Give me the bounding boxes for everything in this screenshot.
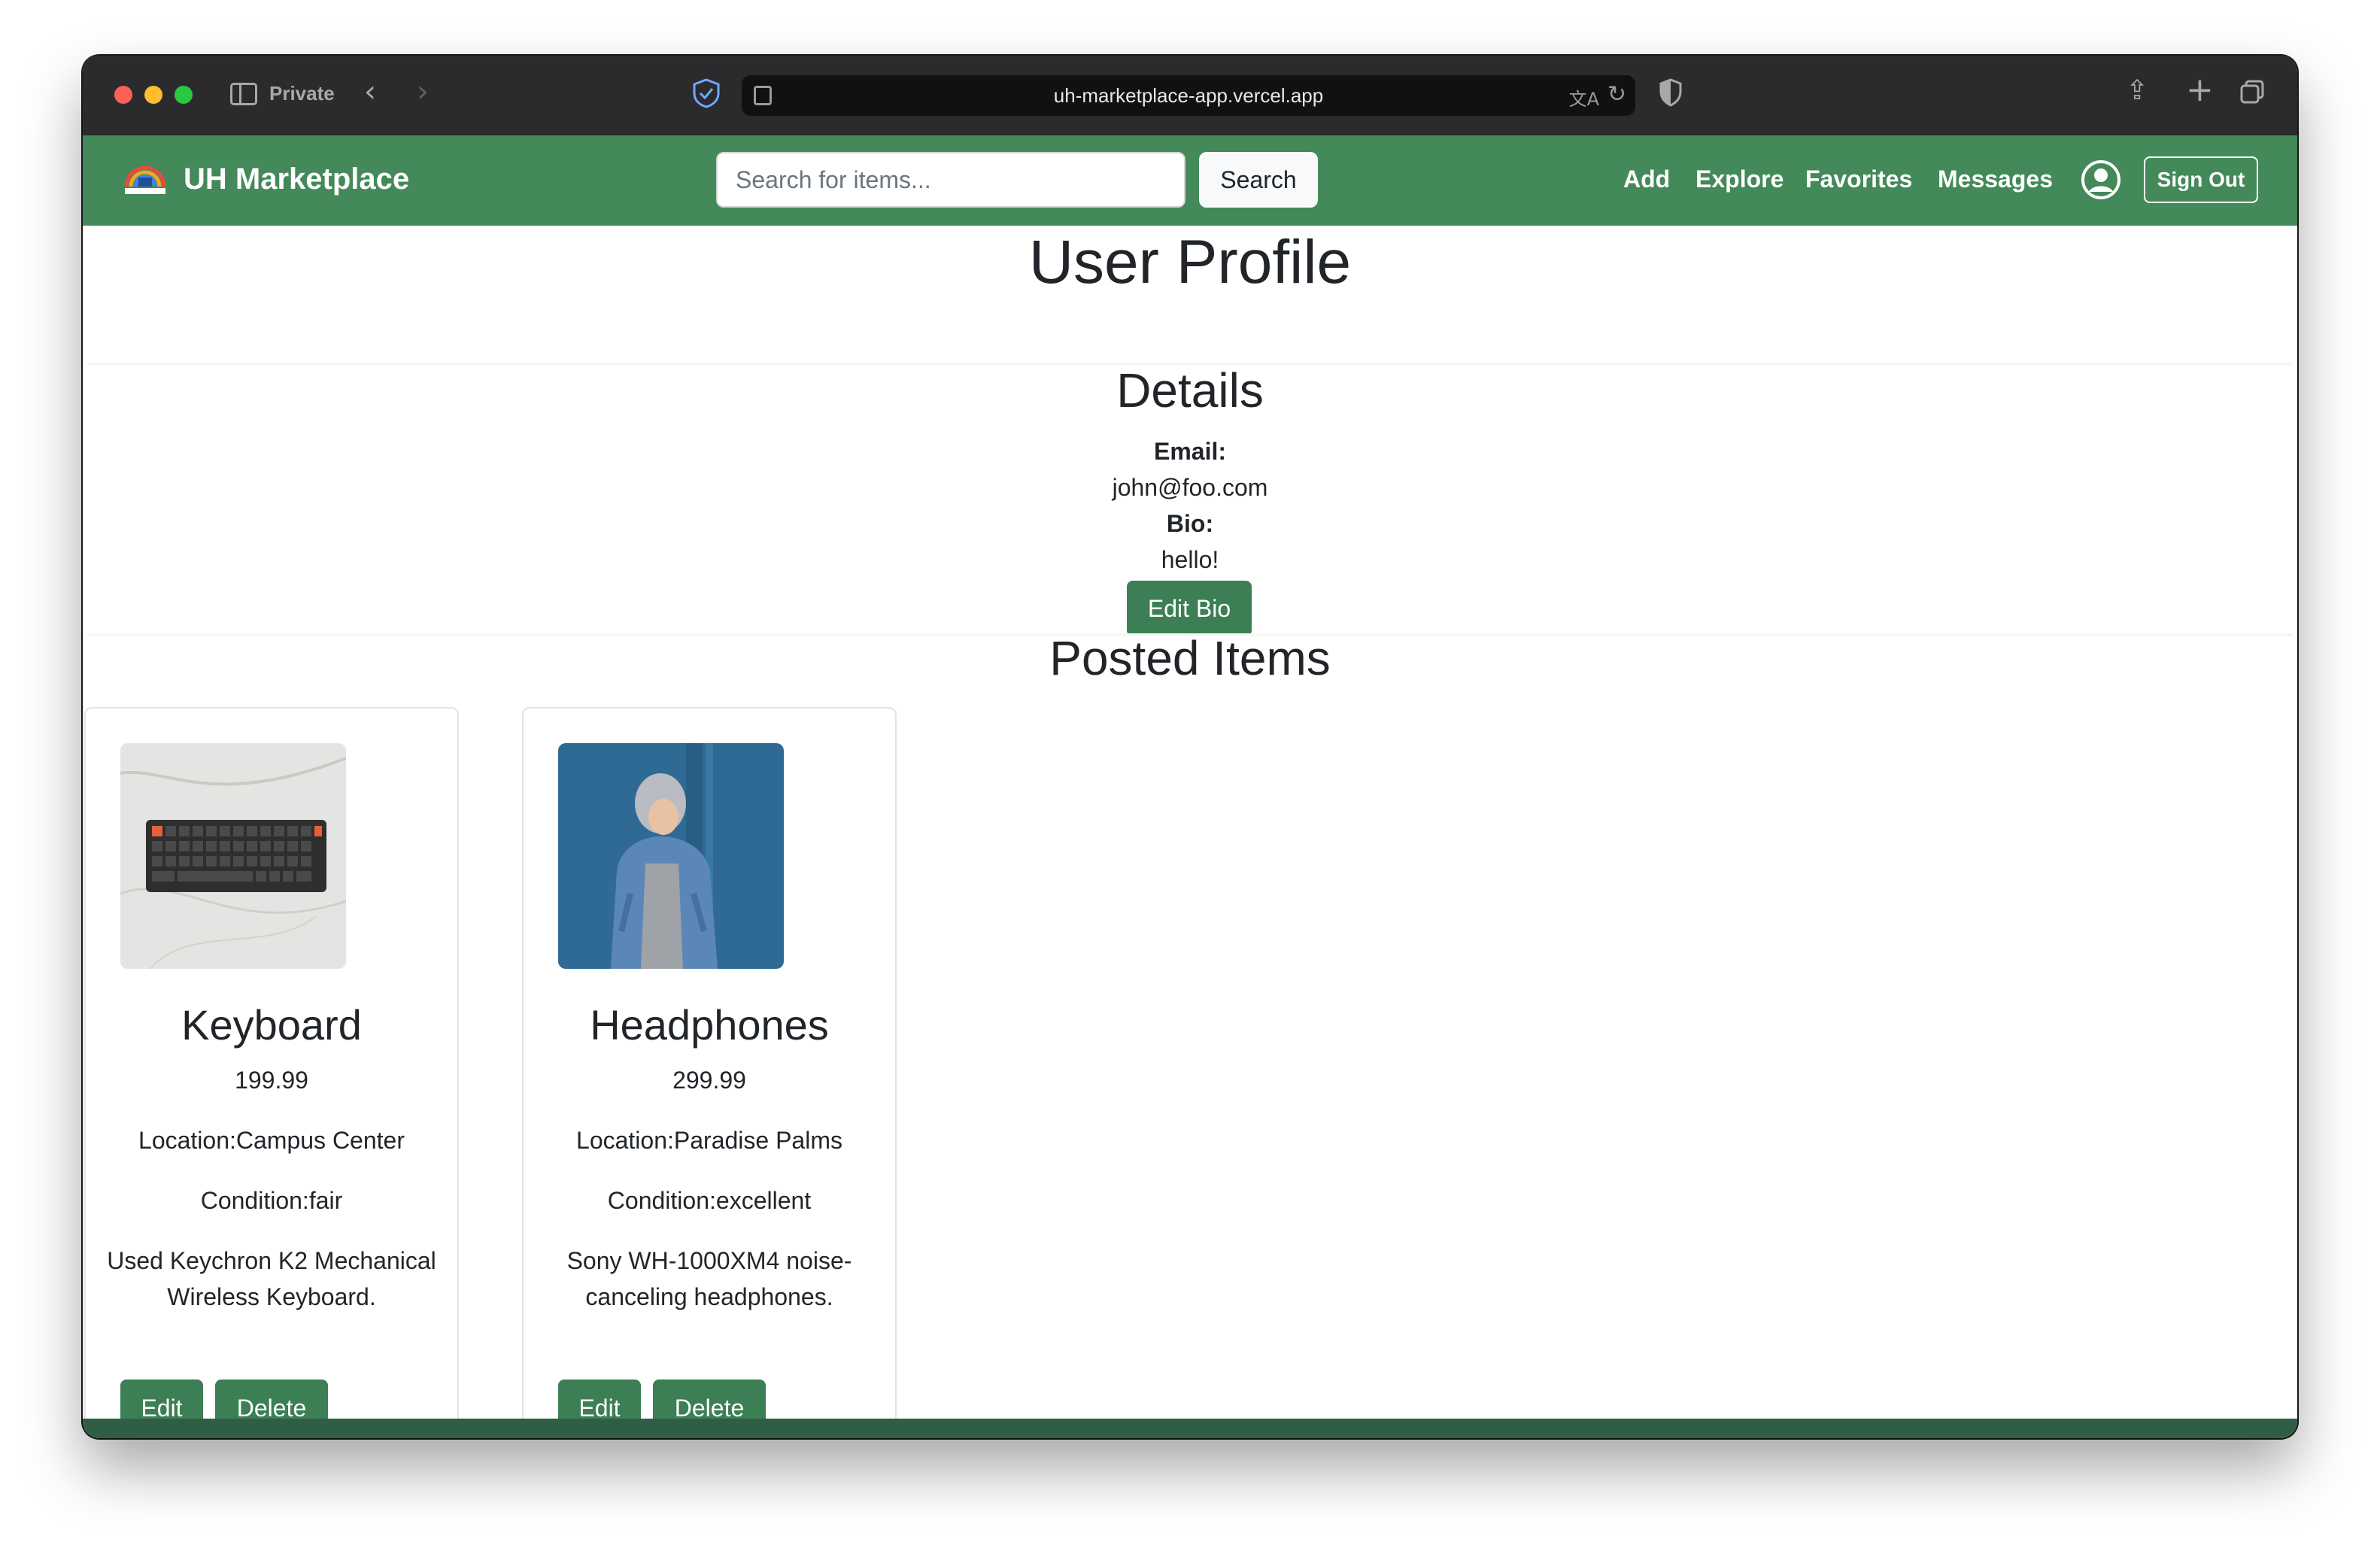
item-card-headphones: Headphones 299.99 Location:Paradise Palm… — [522, 707, 897, 1438]
privacy-shield-icon[interactable] — [692, 78, 721, 108]
content-blocker-icon[interactable] — [1659, 78, 1682, 107]
item-condition: Condition:fair — [200, 1187, 343, 1214]
profile-page: User Profile Details Email: john@foo.com… — [83, 226, 2297, 1438]
item-card-keyboard: Keyboard 199.99 Location:Campus Center C… — [84, 707, 459, 1438]
bio-label: Bio: — [1166, 510, 1214, 537]
keyboard-image[interactable] — [120, 743, 346, 969]
translate-icon[interactable]: 文A — [1569, 84, 1599, 111]
new-tab-icon[interactable]: + — [2186, 71, 2214, 109]
email-label: Email: — [1153, 438, 1227, 465]
bio-value: hello! — [1161, 546, 1219, 573]
item-name: Headphones — [590, 1001, 829, 1049]
posted-items-heading: Posted Items — [1049, 631, 1331, 685]
edit-bio-button[interactable]: Edit Bio — [1127, 581, 1252, 636]
item-condition: Condition:excellent — [607, 1187, 812, 1214]
footer-bar — [83, 1419, 2297, 1438]
nav-link-add[interactable]: Add — [1623, 165, 1670, 193]
browser-window: Private ‹ › uh-marketplace-app.vercel.ap… — [83, 56, 2297, 1438]
back-arrow-icon[interactable]: ‹ — [364, 77, 376, 107]
page-title: User Profile — [1028, 228, 1352, 296]
brand-name[interactable]: UH Marketplace — [184, 162, 409, 196]
forward-arrow-icon[interactable]: › — [417, 77, 429, 107]
address-bar[interactable]: uh-marketplace-app.vercel.app 文A ↻ — [742, 75, 1635, 116]
close-window-button[interactable] — [114, 86, 132, 104]
item-description: Sony WH-1000XM4 noise-canceling headphon… — [566, 1247, 852, 1310]
nav-link-explore[interactable]: Explore — [1695, 165, 1783, 193]
nav-link-messages[interactable]: Messages — [1938, 165, 2053, 193]
sign-out-button[interactable]: Sign Out — [2144, 156, 2258, 203]
search-button[interactable]: Search — [1199, 152, 1318, 208]
rainbow-logo-icon[interactable] — [122, 164, 168, 197]
headphones-image[interactable] — [558, 743, 784, 969]
item-price: 299.99 — [672, 1067, 746, 1094]
browser-toolbar: Private ‹ › uh-marketplace-app.vercel.ap… — [83, 56, 2297, 137]
zoom-window-button[interactable] — [175, 86, 193, 104]
email-value: john@foo.com — [1112, 474, 1268, 501]
private-label: Private — [269, 82, 335, 105]
nav-link-favorites[interactable]: Favorites — [1805, 165, 1912, 193]
minimize-window-button[interactable] — [144, 86, 162, 104]
details-heading: Details — [1116, 363, 1264, 417]
url-text: uh-marketplace-app.vercel.app — [1053, 84, 1324, 107]
item-name: Keyboard — [181, 1001, 362, 1049]
app-navbar: UH Marketplace Search Add Explore Favori… — [83, 135, 2297, 226]
item-location: Location:Paradise Palms — [576, 1127, 842, 1154]
user-profile-icon[interactable] — [2081, 159, 2121, 200]
item-description: Used Keychron K2 Mechanical Wireless Key… — [107, 1247, 436, 1310]
reload-icon[interactable]: ↻ — [1607, 81, 1626, 108]
tab-overview-icon[interactable] — [2240, 80, 2264, 104]
search-input[interactable] — [716, 152, 1185, 208]
sidebar-toggle-icon[interactable] — [230, 83, 257, 105]
share-icon[interactable]: ⇪ — [2126, 75, 2148, 106]
item-location: Location:Campus Center — [138, 1127, 405, 1154]
item-price: 199.99 — [235, 1067, 308, 1094]
